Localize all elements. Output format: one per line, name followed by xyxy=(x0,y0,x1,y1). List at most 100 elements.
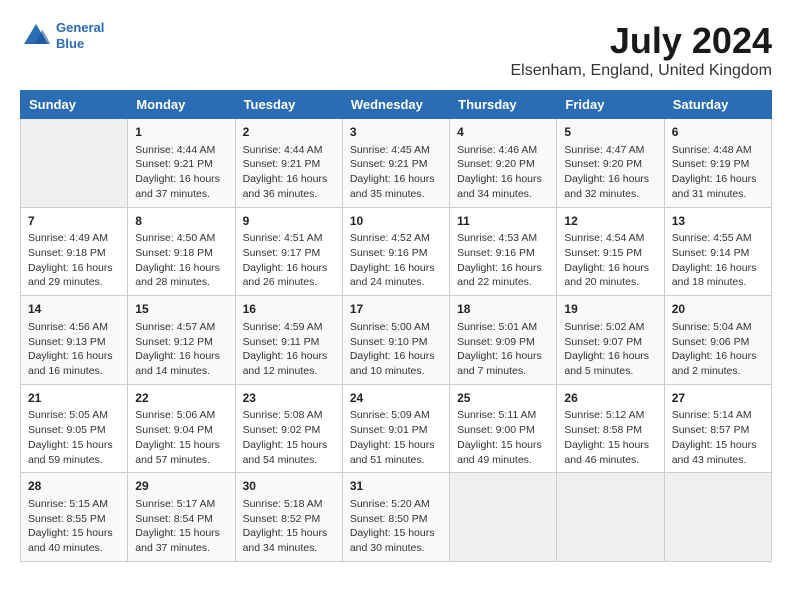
day-number: 30 xyxy=(243,478,335,495)
day-number: 25 xyxy=(457,390,549,407)
logo-icon xyxy=(20,20,52,52)
day-number: 7 xyxy=(28,213,120,230)
calendar-cell: 16 Sunrise: 4:59 AM Sunset: 9:11 PM Dayli… xyxy=(235,296,342,385)
logo-line2: Blue xyxy=(56,36,84,51)
calendar-table: SundayMondayTuesdayWednesdayThursdayFrid… xyxy=(20,90,772,562)
cell-content: Sunrise: 4:54 AM Sunset: 9:15 PM Dayligh… xyxy=(564,231,656,290)
calendar-cell: 20 Sunrise: 5:04 AM Sunset: 9:06 PM Dayli… xyxy=(664,296,771,385)
week-row-5: 28Sunrise: 5:15 AM Sunset: 8:55 PM Dayli… xyxy=(21,473,772,562)
day-number: 24 xyxy=(350,390,442,407)
cell-content: Sunrise: 4:52 AM Sunset: 9:16 PM Dayligh… xyxy=(350,231,442,290)
header-thursday: Thursday xyxy=(450,91,557,119)
calendar-cell: 19Sunrise: 5:02 AM Sunset: 9:07 PM Dayli… xyxy=(557,296,664,385)
calendar-cell: 8Sunrise: 4:50 AM Sunset: 9:18 PM Daylig… xyxy=(128,207,235,296)
day-number: 19 xyxy=(564,301,656,318)
calendar-cell: 10Sunrise: 4:52 AM Sunset: 9:16 PM Dayli… xyxy=(342,207,449,296)
week-row-1: 1 Sunrise: 4:44 AM Sunset: 9:21 PM Daylig… xyxy=(21,119,772,208)
cell-content: Sunrise: 5:00 AM Sunset: 9:10 PM Dayligh… xyxy=(350,320,442,379)
calendar-cell: 11Sunrise: 4:53 AM Sunset: 9:16 PM Dayli… xyxy=(450,207,557,296)
calendar-cell: 26Sunrise: 5:12 AM Sunset: 8:58 PM Dayli… xyxy=(557,384,664,473)
cell-content: Sunrise: 5:20 AM Sunset: 8:50 PM Dayligh… xyxy=(350,497,442,556)
cell-content: Sunrise: 4:51 AM Sunset: 9:17 PM Dayligh… xyxy=(243,231,335,290)
cell-content: Sunrise: 5:06 AM Sunset: 9:04 PM Dayligh… xyxy=(135,408,227,467)
calendar-cell: 29 Sunrise: 5:17 AM Sunset: 8:54 PM Dayli… xyxy=(128,473,235,562)
cell-content: Sunrise: 5:05 AM Sunset: 9:05 PM Dayligh… xyxy=(28,408,120,467)
cell-content: Sunrise: 5:11 AM Sunset: 9:00 PM Dayligh… xyxy=(457,408,549,467)
calendar-cell: 22Sunrise: 5:06 AM Sunset: 9:04 PM Dayli… xyxy=(128,384,235,473)
cell-content: Sunrise: 4:56 AM Sunset: 9:13 PM Dayligh… xyxy=(28,320,120,379)
calendar-cell: 12Sunrise: 4:54 AM Sunset: 9:15 PM Dayli… xyxy=(557,207,664,296)
header-sunday: Sunday xyxy=(21,91,128,119)
day-number: 9 xyxy=(243,213,335,230)
cell-content: Sunrise: 5:12 AM Sunset: 8:58 PM Dayligh… xyxy=(564,408,656,467)
calendar-cell: 1 Sunrise: 4:44 AM Sunset: 9:21 PM Daylig… xyxy=(128,119,235,208)
calendar-cell: 23Sunrise: 5:08 AM Sunset: 9:02 PM Dayli… xyxy=(235,384,342,473)
cell-content: Sunrise: 4:46 AM Sunset: 9:20 PM Dayligh… xyxy=(457,143,549,202)
day-number: 27 xyxy=(672,390,764,407)
day-number: 29 xyxy=(135,478,227,495)
cell-content: Sunrise: 4:59 AM Sunset: 9:11 PM Dayligh… xyxy=(243,320,335,379)
cell-content: Sunrise: 5:04 AM Sunset: 9:06 PM Dayligh… xyxy=(672,320,764,379)
header: General Blue July 2024 Elsenham, England… xyxy=(20,20,772,80)
day-number: 2 xyxy=(243,124,335,141)
cell-content: Sunrise: 4:57 AM Sunset: 9:12 PM Dayligh… xyxy=(135,320,227,379)
cell-content: Sunrise: 5:14 AM Sunset: 8:57 PM Dayligh… xyxy=(672,408,764,467)
day-number: 15 xyxy=(135,301,227,318)
header-friday: Friday xyxy=(557,91,664,119)
calendar-cell: 30Sunrise: 5:18 AM Sunset: 8:52 PM Dayli… xyxy=(235,473,342,562)
day-number: 21 xyxy=(28,390,120,407)
cell-content: Sunrise: 4:53 AM Sunset: 9:16 PM Dayligh… xyxy=(457,231,549,290)
cell-content: Sunrise: 5:17 AM Sunset: 8:54 PM Dayligh… xyxy=(135,497,227,556)
calendar-cell xyxy=(21,119,128,208)
cell-content: Sunrise: 5:08 AM Sunset: 9:02 PM Dayligh… xyxy=(243,408,335,467)
day-number: 31 xyxy=(350,478,442,495)
calendar-cell: 28Sunrise: 5:15 AM Sunset: 8:55 PM Dayli… xyxy=(21,473,128,562)
calendar-cell: 21Sunrise: 5:05 AM Sunset: 9:05 PM Dayli… xyxy=(21,384,128,473)
calendar-cell: 27Sunrise: 5:14 AM Sunset: 8:57 PM Dayli… xyxy=(664,384,771,473)
calendar-cell xyxy=(557,473,664,562)
cell-content: Sunrise: 4:44 AM Sunset: 9:21 PM Dayligh… xyxy=(135,143,227,202)
calendar-cell: 5 Sunrise: 4:47 AM Sunset: 9:20 PM Daylig… xyxy=(557,119,664,208)
cell-content: Sunrise: 4:44 AM Sunset: 9:21 PM Dayligh… xyxy=(243,143,335,202)
calendar-cell: 17 Sunrise: 5:00 AM Sunset: 9:10 PM Dayli… xyxy=(342,296,449,385)
day-number: 3 xyxy=(350,124,442,141)
day-number: 17 xyxy=(350,301,442,318)
day-number: 22 xyxy=(135,390,227,407)
day-number: 16 xyxy=(243,301,335,318)
subtitle: Elsenham, England, United Kingdom xyxy=(511,62,773,80)
logo-line1: General xyxy=(56,20,104,35)
calendar-cell: 31 Sunrise: 5:20 AM Sunset: 8:50 PM Dayli… xyxy=(342,473,449,562)
main-title: July 2024 xyxy=(511,20,773,62)
cell-content: Sunrise: 4:50 AM Sunset: 9:18 PM Dayligh… xyxy=(135,231,227,290)
cell-content: Sunrise: 5:01 AM Sunset: 9:09 PM Dayligh… xyxy=(457,320,549,379)
header-tuesday: Tuesday xyxy=(235,91,342,119)
day-number: 1 xyxy=(135,124,227,141)
cell-content: Sunrise: 4:47 AM Sunset: 9:20 PM Dayligh… xyxy=(564,143,656,202)
cell-content: Sunrise: 5:09 AM Sunset: 9:01 PM Dayligh… xyxy=(350,408,442,467)
day-number: 4 xyxy=(457,124,549,141)
cell-content: Sunrise: 5:15 AM Sunset: 8:55 PM Dayligh… xyxy=(28,497,120,556)
day-number: 18 xyxy=(457,301,549,318)
calendar-cell: 13Sunrise: 4:55 AM Sunset: 9:14 PM Dayli… xyxy=(664,207,771,296)
title-section: July 2024 Elsenham, England, United King… xyxy=(511,20,773,80)
calendar-cell: 24Sunrise: 5:09 AM Sunset: 9:01 PM Dayli… xyxy=(342,384,449,473)
calendar-cell: 9Sunrise: 4:51 AM Sunset: 9:17 PM Daylig… xyxy=(235,207,342,296)
week-row-2: 7Sunrise: 4:49 AM Sunset: 9:18 PM Daylig… xyxy=(21,207,772,296)
week-row-4: 21Sunrise: 5:05 AM Sunset: 9:05 PM Dayli… xyxy=(21,384,772,473)
day-number: 26 xyxy=(564,390,656,407)
calendar-cell xyxy=(664,473,771,562)
calendar-cell: 6Sunrise: 4:48 AM Sunset: 9:19 PM Daylig… xyxy=(664,119,771,208)
header-wednesday: Wednesday xyxy=(342,91,449,119)
day-number: 8 xyxy=(135,213,227,230)
header-saturday: Saturday xyxy=(664,91,771,119)
day-number: 20 xyxy=(672,301,764,318)
day-number: 12 xyxy=(564,213,656,230)
calendar-cell: 15 Sunrise: 4:57 AM Sunset: 9:12 PM Dayli… xyxy=(128,296,235,385)
week-row-3: 14Sunrise: 4:56 AM Sunset: 9:13 PM Dayli… xyxy=(21,296,772,385)
day-number: 10 xyxy=(350,213,442,230)
calendar-cell: 3 Sunrise: 4:45 AM Sunset: 9:21 PM Daylig… xyxy=(342,119,449,208)
day-number: 23 xyxy=(243,390,335,407)
calendar-header-row: SundayMondayTuesdayWednesdayThursdayFrid… xyxy=(21,91,772,119)
day-number: 5 xyxy=(564,124,656,141)
cell-content: Sunrise: 4:45 AM Sunset: 9:21 PM Dayligh… xyxy=(350,143,442,202)
